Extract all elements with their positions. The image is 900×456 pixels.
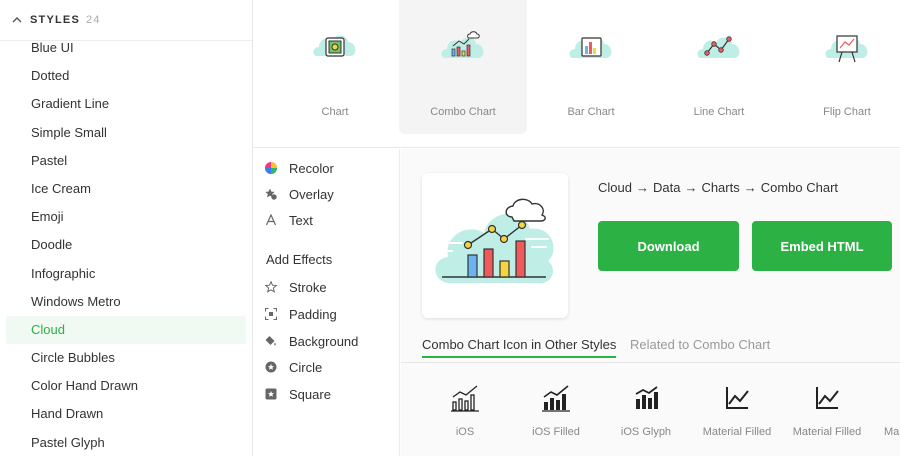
style-item-color-hand-drawn[interactable]: Color Hand Drawn [6, 372, 246, 400]
tab-other-styles[interactable]: Combo Chart Icon in Other Styles [422, 337, 617, 358]
breadcrumb: Cloud → Data → Charts → Combo Chart [598, 180, 838, 195]
style-item-gradient-line[interactable]: Gradient Line [6, 90, 246, 118]
variant-label: Flip Chart [823, 106, 871, 118]
breadcrumb-arrow: → [635, 180, 649, 195]
breadcrumb-arrow: → [743, 180, 757, 195]
other-style-material-filled[interactable]: Material Filled [692, 363, 782, 456]
icon-variants-strip: Chart Combo Chart Bar Chart Line Chart F… [254, 0, 900, 148]
cloud-combo-chart-icon [435, 198, 554, 284]
other-style-ios-glyph[interactable]: iOS Glyph [601, 363, 691, 456]
padding-icon [265, 308, 289, 320]
style-item-blue-ui[interactable]: Blue UI [6, 34, 246, 62]
variant-bar-chart[interactable]: Bar Chart [527, 0, 655, 134]
overlay-icon [265, 188, 289, 200]
cloud-line-chart-icon [697, 36, 740, 58]
effects-panel: Recolor Overlay Text Add Effects Stroke [254, 149, 400, 456]
style-item-emoji[interactable]: Emoji [6, 203, 246, 231]
ios-filled-combo-chart-icon [542, 385, 570, 412]
tab-related[interactable]: Related to Combo Chart [630, 337, 770, 352]
style-item-pastel[interactable]: Pastel [6, 147, 246, 175]
cloud-chart-icon [313, 35, 356, 57]
star-outline-icon [265, 281, 289, 293]
styles-title: STYLES [30, 14, 80, 26]
style-item-doodle[interactable]: Doodle [6, 231, 246, 259]
color-wheel-icon [265, 162, 289, 174]
breadcrumb-arrow: → [684, 180, 698, 195]
other-style-ios-filled[interactable]: iOS Filled [511, 363, 601, 456]
style-item-cloud[interactable]: Cloud [6, 315, 246, 345]
paint-bucket-icon [265, 335, 289, 347]
styles-count: 24 [86, 14, 101, 26]
style-list: Blue UI Dotted Gradient Line Simple Smal… [6, 34, 246, 456]
detail-tabs: Combo Chart Icon in Other Styles Related… [422, 337, 892, 359]
breadcrumb-cloud[interactable]: Cloud [598, 180, 632, 195]
variant-line-chart[interactable]: Line Chart [655, 0, 783, 134]
square-label: Square [289, 386, 331, 402]
other-style-material[interactable]: Ma [873, 363, 900, 456]
chevron-up-icon[interactable] [12, 14, 28, 26]
breadcrumb-charts[interactable]: Charts [701, 180, 739, 195]
circle-icon [265, 361, 289, 373]
material-filled-chart-icon-2 [816, 387, 839, 409]
padding-label: Padding [289, 306, 337, 322]
breadcrumb-data[interactable]: Data [653, 180, 680, 195]
ios-combo-chart-icon [451, 385, 479, 412]
variant-label: Combo Chart [430, 106, 496, 118]
overlay-option[interactable]: Overlay [265, 184, 334, 204]
add-effects-heading: Add Effects [266, 252, 333, 267]
icon-preview [422, 173, 568, 318]
cloud-bar-chart-icon [569, 37, 612, 58]
ios-glyph-combo-chart-icon [635, 386, 658, 409]
style-item-pastel-glyph[interactable]: Pastel Glyph [6, 429, 246, 456]
style-item-circle-bubbles[interactable]: Circle Bubbles [6, 344, 246, 372]
style-item-simple-small[interactable]: Simple Small [6, 119, 246, 147]
background-option[interactable]: Background [265, 331, 358, 351]
circle-label: Circle [289, 359, 323, 375]
text-label: Text [289, 212, 313, 228]
style-item-dotted[interactable]: Dotted [6, 62, 246, 90]
embed-html-button[interactable]: Embed HTML [752, 221, 892, 271]
recolor-option[interactable]: Recolor [265, 158, 334, 178]
stroke-label: Stroke [289, 279, 327, 295]
variant-combo-chart[interactable]: Combo Chart [399, 0, 527, 134]
cloud-flip-chart-icon [825, 35, 868, 63]
variant-label: Chart [321, 106, 349, 118]
other-style-material-filled-2[interactable]: Material Filled [782, 363, 872, 456]
style-item-windows-metro[interactable]: Windows Metro [6, 288, 246, 316]
breadcrumb-combo-chart: Combo Chart [760, 180, 839, 195]
other-style-ios[interactable]: iOS [420, 363, 510, 456]
variant-flip-chart[interactable]: Flip Chart [783, 0, 900, 134]
app-window: STYLES 24 Blue UI Dotted Gradient Line S… [0, 0, 900, 456]
icon-detail: Cloud → Data → Charts → Combo Chart Download E… [401, 149, 900, 456]
text-icon [265, 214, 289, 226]
style-item-hand-drawn[interactable]: Hand Drawn [6, 400, 246, 428]
other-style-label: Material Filled [792, 426, 862, 438]
other-styles-list: iOS iOS Filled iOS Glyph Material Filled… [401, 362, 900, 456]
style-item-ice-cream[interactable]: Ice Cream [6, 175, 246, 203]
material-filled-chart-icon [726, 387, 749, 409]
square-icon [265, 388, 289, 400]
stroke-option[interactable]: Stroke [265, 277, 327, 297]
recolor-label: Recolor [289, 160, 334, 176]
other-style-label: Ma [884, 426, 900, 438]
cloud-combo-chart-icon [441, 31, 484, 58]
variant-chart[interactable]: Chart [271, 0, 399, 134]
padding-option[interactable]: Padding [265, 304, 337, 324]
style-item-infographic[interactable]: Infographic [6, 260, 246, 288]
circle-option[interactable]: Circle [265, 357, 322, 377]
overlay-label: Overlay [289, 186, 334, 202]
background-label: Background [289, 333, 359, 349]
download-button[interactable]: Download [598, 221, 739, 271]
variant-label: Line Chart [693, 106, 745, 118]
variant-label: Bar Chart [567, 106, 615, 118]
square-option[interactable]: Square [265, 384, 331, 404]
text-option[interactable]: Text [265, 210, 313, 230]
styles-sidebar: STYLES 24 Blue UI Dotted Gradient Line S… [0, 0, 253, 456]
